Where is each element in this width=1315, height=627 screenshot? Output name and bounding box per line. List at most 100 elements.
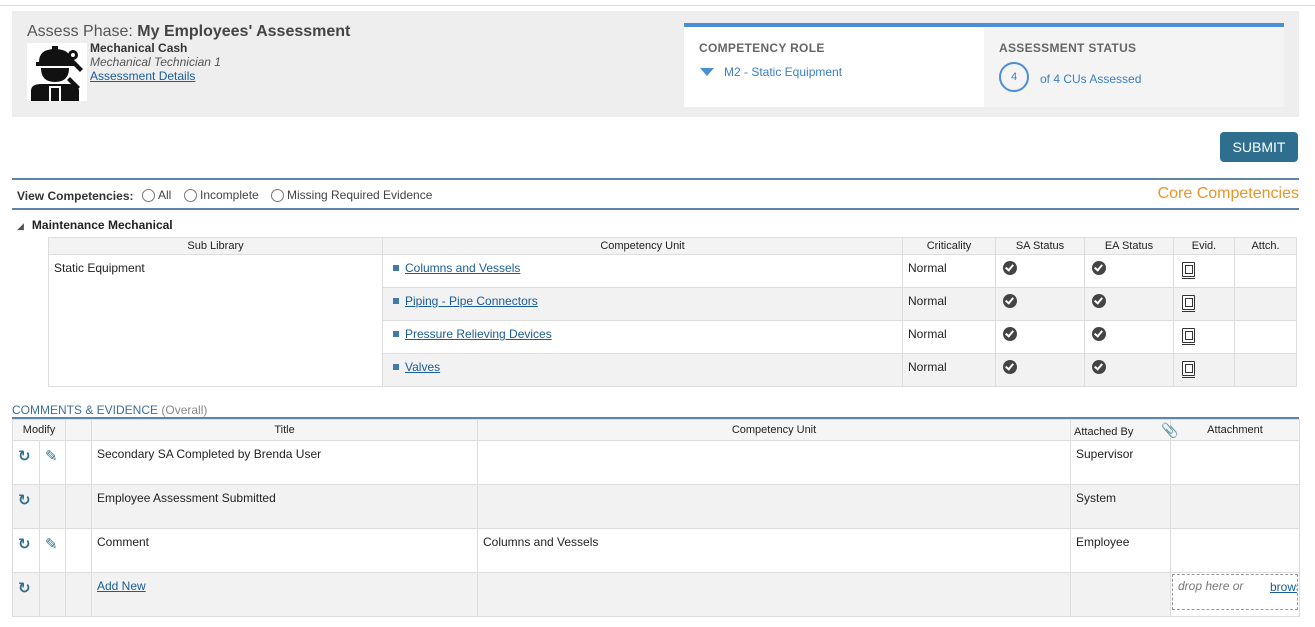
column-header: Attachment [1170, 419, 1300, 441]
competency-role-dropdown[interactable]: M2 - Static Equipment [724, 65, 842, 79]
ea-status-cell [1084, 320, 1174, 354]
reply-cell: ↻ [12, 572, 40, 617]
filter-all-radio[interactable]: All [142, 188, 171, 202]
section-title: Maintenance Mechanical [31, 218, 173, 232]
reply-add-icon[interactable]: ↻ [18, 492, 31, 509]
filter-option-label: Incomplete [200, 188, 259, 202]
edit-cell [39, 484, 66, 529]
assessed-text: of 4 CUs Assessed [1040, 72, 1142, 86]
sub-library-cell: Static Equipment [48, 254, 383, 387]
top-rule [0, 5, 1315, 6]
column-header: EA Status [1084, 237, 1174, 255]
competency-unit-link[interactable]: Valves [405, 360, 440, 374]
comment-unit-cell [477, 440, 1071, 485]
table-header-row: Sub Library Competency Unit Criticality … [48, 237, 1297, 255]
dropzone-gap [1247, 580, 1270, 593]
competency-role-label: COMPETENCY ROLE [699, 41, 825, 55]
file-dropzone[interactable]: drop here or brows [1172, 574, 1298, 610]
assessment-details-link[interactable]: Assessment Details [90, 69, 195, 83]
evidence-book-icon[interactable] [1182, 361, 1195, 378]
unit-cell: Pressure Relieving Devices [382, 320, 903, 354]
bullet-icon [393, 298, 399, 304]
comment-title-cell: Comment [91, 528, 478, 573]
competency-table: Sub Library Competency Unit Criticality … [48, 237, 1297, 387]
pencil-icon[interactable]: ✎ [45, 536, 58, 553]
phase-prefix: Assess Phase: [27, 23, 133, 40]
criticality-cell: Normal [902, 254, 996, 288]
attachment-cell [1170, 528, 1300, 573]
evidence-cell [1173, 254, 1235, 288]
competency-role-box: COMPETENCY ROLE M2 - Static Equipment [684, 27, 984, 107]
attached-by-cell: Employee [1070, 528, 1171, 573]
competency-unit-link[interactable]: Columns and Vessels [405, 261, 520, 275]
page-title: Assess Phase: My Employees' Assessment [27, 23, 350, 41]
comments-title: COMMENTS & EVIDENCE [12, 403, 159, 417]
bullet-icon [393, 364, 399, 370]
radio-icon[interactable] [271, 188, 284, 202]
attached-by-cell: System [1070, 484, 1171, 529]
check-circle-icon [1003, 360, 1017, 374]
attachment-cell [1234, 353, 1297, 387]
section-toggle[interactable]: ◢ Maintenance Mechanical [17, 218, 173, 232]
assessment-header: Assess Phase: My Employees' Assessment M… [12, 11, 1299, 117]
filter-incomplete-radio[interactable]: Incomplete [184, 188, 259, 202]
check-circle-icon [1003, 261, 1017, 275]
technician-avatar-icon [27, 43, 87, 101]
edit-cell [39, 572, 66, 617]
competency-unit-link[interactable]: Pressure Relieving Devices [405, 327, 552, 341]
sa-status-cell [995, 287, 1085, 321]
comment-unit-cell [477, 484, 1071, 529]
reply-cell: ↻ [12, 484, 40, 529]
triangle-expanded-icon[interactable]: ◢ [17, 221, 24, 231]
employee-name: Mechanical Cash [90, 41, 188, 55]
reply-add-icon[interactable]: ↻ [18, 580, 31, 597]
filter-missing-evidence-radio[interactable]: Missing Required Evidence [271, 188, 432, 202]
pencil-icon[interactable]: ✎ [45, 448, 58, 465]
attachment-cell [1234, 320, 1297, 354]
check-circle-icon [1092, 327, 1106, 341]
assessment-status-box: ASSESSMENT STATUS 4 of 4 CUs Assessed [984, 27, 1284, 107]
edit-cell: ✎ [39, 528, 66, 573]
evidence-book-icon[interactable] [1182, 262, 1195, 279]
assessed-count-badge: 4 [999, 62, 1029, 92]
column-header: Sub Library [48, 237, 383, 255]
attachment-cell [1234, 254, 1297, 288]
check-circle-icon [1092, 360, 1106, 374]
comments-title-suffix: (Overall) [161, 403, 208, 417]
column-header: Evid. [1173, 237, 1235, 255]
column-header: Attached By 📎 [1070, 419, 1179, 441]
browse-link[interactable]: brows [1270, 580, 1297, 594]
check-circle-icon [1092, 294, 1106, 308]
check-circle-icon [1003, 327, 1017, 341]
bullet-icon [393, 331, 399, 337]
phase-name: My Employees' Assessment [137, 23, 351, 40]
core-competencies-label: Core Competencies [1157, 185, 1299, 202]
comments-section-title: COMMENTS & EVIDENCE (Overall) [12, 403, 207, 417]
unit-cell: Columns and Vessels [382, 254, 903, 288]
submit-button[interactable]: SUBMIT [1220, 132, 1298, 162]
table-row: ↻ Employee Assessment Submitted System [12, 484, 1300, 529]
column-header: Competency Unit [382, 237, 903, 255]
assessment-status-label: ASSESSMENT STATUS [999, 41, 1137, 55]
comment-unit-cell: Columns and Vessels [477, 528, 1071, 573]
criticality-cell: Normal [902, 320, 996, 354]
sa-status-cell [995, 254, 1085, 288]
radio-icon[interactable] [142, 188, 155, 202]
evidence-book-icon[interactable] [1182, 328, 1195, 345]
competency-unit-link[interactable]: Piping - Pipe Connectors [405, 294, 538, 308]
evidence-cell [1173, 353, 1235, 387]
reply-add-icon[interactable]: ↻ [18, 536, 31, 553]
comment-title-cell: Employee Assessment Submitted [91, 484, 478, 529]
ea-status-cell [1084, 254, 1174, 288]
evidence-book-icon[interactable] [1182, 295, 1195, 312]
reply-add-icon[interactable]: ↻ [18, 448, 31, 465]
radio-icon[interactable] [184, 188, 197, 202]
spacer-cell [65, 484, 92, 529]
caret-down-icon[interactable] [700, 68, 714, 76]
attachment-cell [1170, 440, 1300, 485]
check-circle-icon [1003, 294, 1017, 308]
add-new-link[interactable]: Add New [97, 579, 146, 593]
unit-cell: Piping - Pipe Connectors [382, 287, 903, 321]
add-new-cell: Add New [91, 572, 478, 617]
evidence-cell [1173, 320, 1235, 354]
